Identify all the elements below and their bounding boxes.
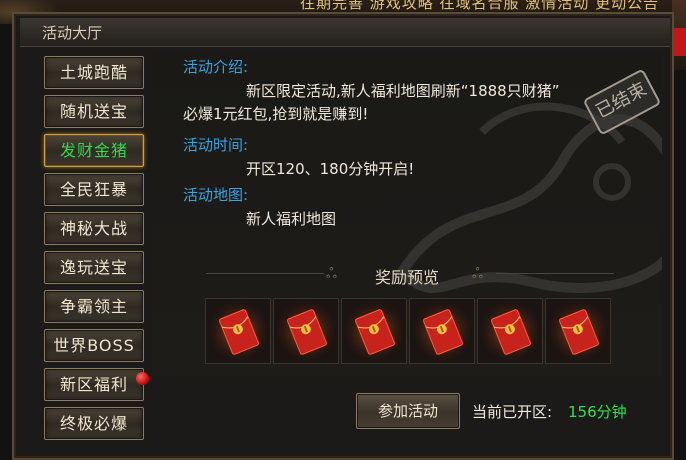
- sidebar-item-label: 神秘大战: [59, 219, 128, 238]
- sidebar-item-label: 争霸领主: [59, 297, 128, 316]
- server-opened-label: 当前已开区:: [472, 403, 553, 421]
- sidebar-item-overlord[interactable]: 争霸领主: [44, 290, 144, 323]
- window-title-bar[interactable]: [20, 18, 670, 47]
- sidebar-item-label: 土城跑酷: [59, 63, 128, 82]
- join-activity-button[interactable]: 参加活动: [356, 393, 460, 429]
- sidebar-item-label: 发财金猪: [59, 141, 128, 160]
- sidebar-item-golden-pig[interactable]: 发财金猪: [44, 134, 144, 167]
- red-envelope-icon: [547, 300, 611, 364]
- sidebar-item-mystery-battle[interactable]: 神秘大战: [44, 212, 144, 245]
- swirl-ornament-left-icon: ஃ: [326, 266, 337, 282]
- right-edge-red-tab: [674, 28, 686, 56]
- reward-slot[interactable]: [205, 298, 271, 364]
- red-envelope-icon: [479, 300, 543, 364]
- sidebar-item-label: 世界BOSS: [53, 336, 135, 355]
- reward-slot[interactable]: [341, 298, 407, 364]
- activity-map-text: 新人福利地图: [246, 210, 337, 228]
- sidebar-item-label: 逸玩送宝: [59, 258, 128, 277]
- sidebar-item-label: 全民狂暴: [59, 180, 128, 199]
- window-title: 活动大厅: [42, 24, 103, 42]
- reward-slot[interactable]: [273, 298, 339, 364]
- activity-intro-line2: 必爆1元红包,抢到就是赚到!: [183, 105, 369, 123]
- reward-preview-title: 奖励预览: [375, 268, 440, 287]
- activity-intro-line1: 新区限定活动,新人福利地图刷新“1888只财猪”: [246, 82, 560, 100]
- swirl-ornament-right-icon: ஃ: [472, 266, 483, 282]
- sidebar-item-ultimate-drop[interactable]: 终极必爆: [44, 407, 144, 440]
- sidebar-item-tucheng-parkour[interactable]: 土城跑酷: [44, 56, 144, 89]
- reward-slot[interactable]: [477, 298, 543, 364]
- reward-slot[interactable]: [409, 298, 475, 364]
- sidebar-item-label: 新区福利: [59, 375, 128, 394]
- reward-divider-left: [206, 273, 324, 274]
- activity-intro-label: 活动介绍:: [183, 58, 249, 76]
- red-envelope-icon: [411, 300, 475, 364]
- red-envelope-icon: [275, 300, 339, 364]
- red-envelope-icon: [343, 300, 407, 364]
- sidebar-item-new-server-welfare[interactable]: 新区福利: [44, 368, 149, 401]
- reward-divider-right: [496, 273, 614, 274]
- sidebar-item-world-boss[interactable]: 世界BOSS: [44, 329, 144, 362]
- sidebar-item-label: 终极必爆: [59, 414, 128, 433]
- sidebar-item-berserk[interactable]: 全民狂暴: [44, 173, 144, 206]
- sidebar-item-label: 随机送宝: [59, 102, 128, 121]
- notification-dot-icon: [136, 372, 149, 385]
- activity-time-text: 开区120、180分钟开启!: [246, 160, 415, 178]
- red-envelope-icon: [207, 300, 271, 364]
- server-opened-value: 156分钟: [568, 403, 627, 421]
- activity-time-label: 活动时间:: [183, 136, 249, 154]
- activity-map-label: 活动地图:: [183, 186, 249, 204]
- reward-slot[interactable]: [545, 298, 611, 364]
- sidebar-item-yiwan-treasure[interactable]: 逸玩送宝: [44, 251, 144, 284]
- sidebar-item-random-treasure[interactable]: 随机送宝: [44, 95, 144, 128]
